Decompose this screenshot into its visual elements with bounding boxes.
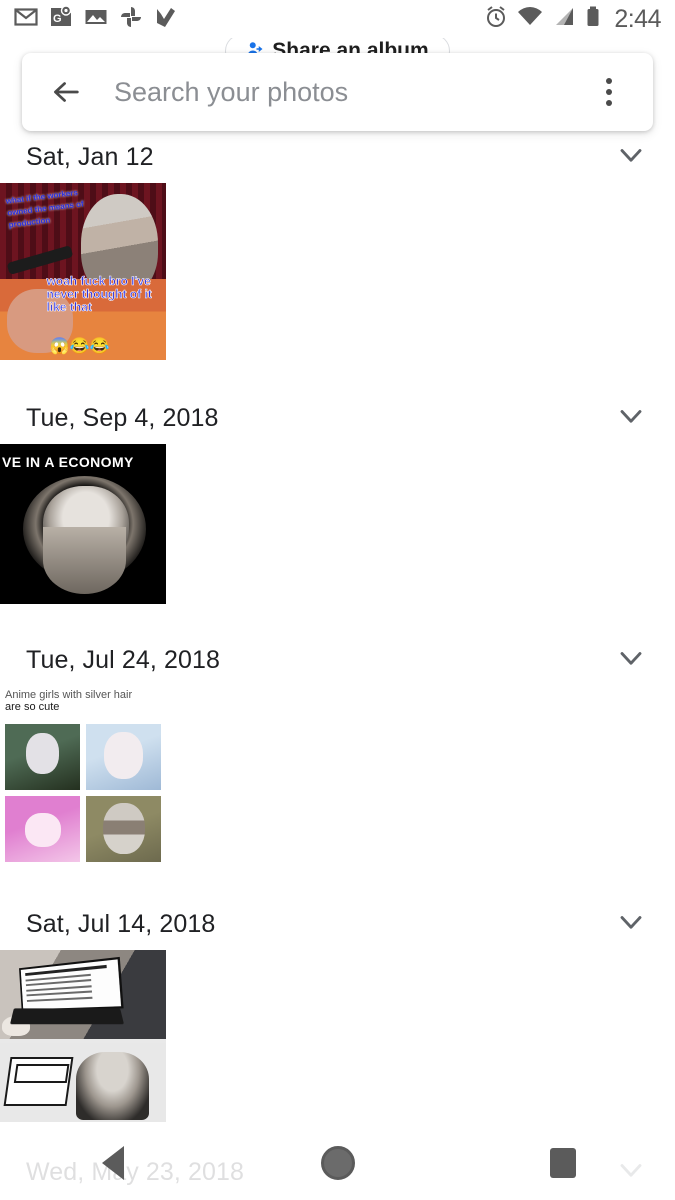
- cellular-signal-icon: [552, 5, 576, 34]
- date-header-label: Tue, Jul 24, 2018: [26, 645, 220, 674]
- chevron-down-icon[interactable]: [613, 398, 649, 439]
- meme-caption-second-line: are so cute: [5, 701, 60, 713]
- nav-back-button[interactable]: [68, 1126, 158, 1200]
- photo-row: what if the workers owned the means of p…: [0, 183, 675, 360]
- photo-timeline[interactable]: Sat, Jan 12 what if the workers owned th…: [0, 131, 675, 1200]
- status-clock: 2:44: [614, 4, 661, 33]
- photo-thumbnail[interactable]: [0, 950, 166, 1122]
- date-header[interactable]: Sat, Jan 12: [0, 131, 675, 183]
- android-nav-bar: [0, 1126, 675, 1200]
- photo-thumbnail[interactable]: what if the workers owned the means of p…: [0, 183, 166, 360]
- search-input[interactable]: [114, 76, 587, 108]
- meme-top-panel: [0, 950, 166, 1040]
- photo-row: [0, 950, 675, 1122]
- photo-thumbnail[interactable]: VE IN A ECONOMY: [0, 444, 166, 604]
- date-header-label: Sat, Jul 14, 2018: [26, 909, 216, 938]
- photo-gallery-icon: [84, 5, 108, 34]
- nav-recents-square-icon: [549, 1148, 576, 1178]
- date-header-label: Sat, Jan 12: [26, 142, 154, 171]
- date-header[interactable]: Tue, Jul 24, 2018: [0, 634, 675, 686]
- date-header-label: Tue, Sep 4, 2018: [26, 403, 219, 432]
- date-header[interactable]: Sat, Jul 14, 2018: [0, 898, 675, 950]
- meme-grid-cell: [86, 796, 161, 862]
- photo-thumbnail[interactable]: Anime girls with silver hair are so cute: [0, 686, 166, 868]
- photo-row: Anime girls with silver hair are so cute: [0, 686, 675, 868]
- meme-caption-clipped: Anime girls with silver hair: [5, 689, 133, 701]
- meme-survey-lines: [21, 959, 121, 1008]
- gmail-icon: [14, 5, 38, 34]
- meme-laptop-screen: [18, 956, 124, 1011]
- chevron-down-icon[interactable]: [613, 904, 649, 945]
- meme-image-grid: [5, 724, 161, 862]
- svg-text:G: G: [53, 13, 62, 25]
- meme-caption-block: Anime girls with silver hair are so cute: [5, 689, 163, 715]
- battery-icon: [585, 5, 601, 34]
- search-bar[interactable]: [22, 53, 653, 131]
- photo-row: VE IN A ECONOMY: [0, 444, 675, 604]
- chevron-down-icon[interactable]: [613, 137, 649, 178]
- meme-grid-cell: [5, 724, 80, 790]
- meme-grid-cell: [86, 724, 161, 790]
- meme-bottom-panel: [0, 1042, 166, 1122]
- status-bar: G 2:44: [0, 0, 675, 38]
- google-maps-icon: G: [49, 4, 73, 34]
- meme-emoji: 😱😂😂: [49, 338, 110, 356]
- status-system-icons: 2:44: [484, 5, 661, 34]
- chevron-down-icon[interactable]: [613, 640, 649, 681]
- nav-back-triangle-icon: [101, 1146, 124, 1180]
- google-tasks-icon: [154, 5, 178, 34]
- google-photos-icon: [119, 5, 143, 34]
- meme-figure: [76, 1052, 150, 1121]
- overflow-dot: [606, 78, 612, 84]
- meme-laptop-keyboard: [9, 1008, 124, 1025]
- meme-overlay-big-text: woah fuck bro I've never thought of it l…: [46, 274, 152, 315]
- back-arrow-icon[interactable]: [42, 68, 90, 116]
- nav-recents-button[interactable]: [518, 1126, 608, 1200]
- more-vert-icon[interactable]: [587, 66, 631, 118]
- nav-home-circle-icon: [320, 1146, 355, 1180]
- nav-home-button[interactable]: [293, 1126, 383, 1200]
- wifi-icon: [517, 5, 543, 34]
- status-notification-icons: G: [14, 4, 178, 34]
- meme-caption: VE IN A ECONOMY: [2, 453, 134, 470]
- overflow-dot: [606, 100, 612, 106]
- alarm-icon: [484, 5, 508, 34]
- meme-beard: [43, 527, 127, 595]
- meme-book-drawing: [3, 1057, 74, 1107]
- date-header[interactable]: Tue, Sep 4, 2018: [0, 392, 675, 444]
- meme-grid-cell: [5, 796, 80, 862]
- overflow-dot: [606, 89, 612, 95]
